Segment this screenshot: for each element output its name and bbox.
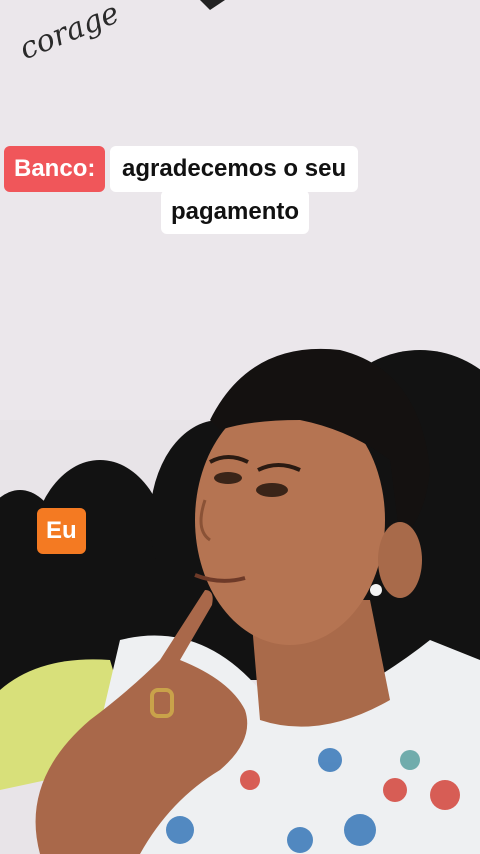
speaker-tag-eu: Eu [37,508,86,554]
caption-speaker-label: Banco: [4,146,106,192]
video-frame: corage [0,0,480,854]
caption-line-2: pagamento [161,190,310,234]
caption-line-1: agradecemos o seu [110,146,359,192]
